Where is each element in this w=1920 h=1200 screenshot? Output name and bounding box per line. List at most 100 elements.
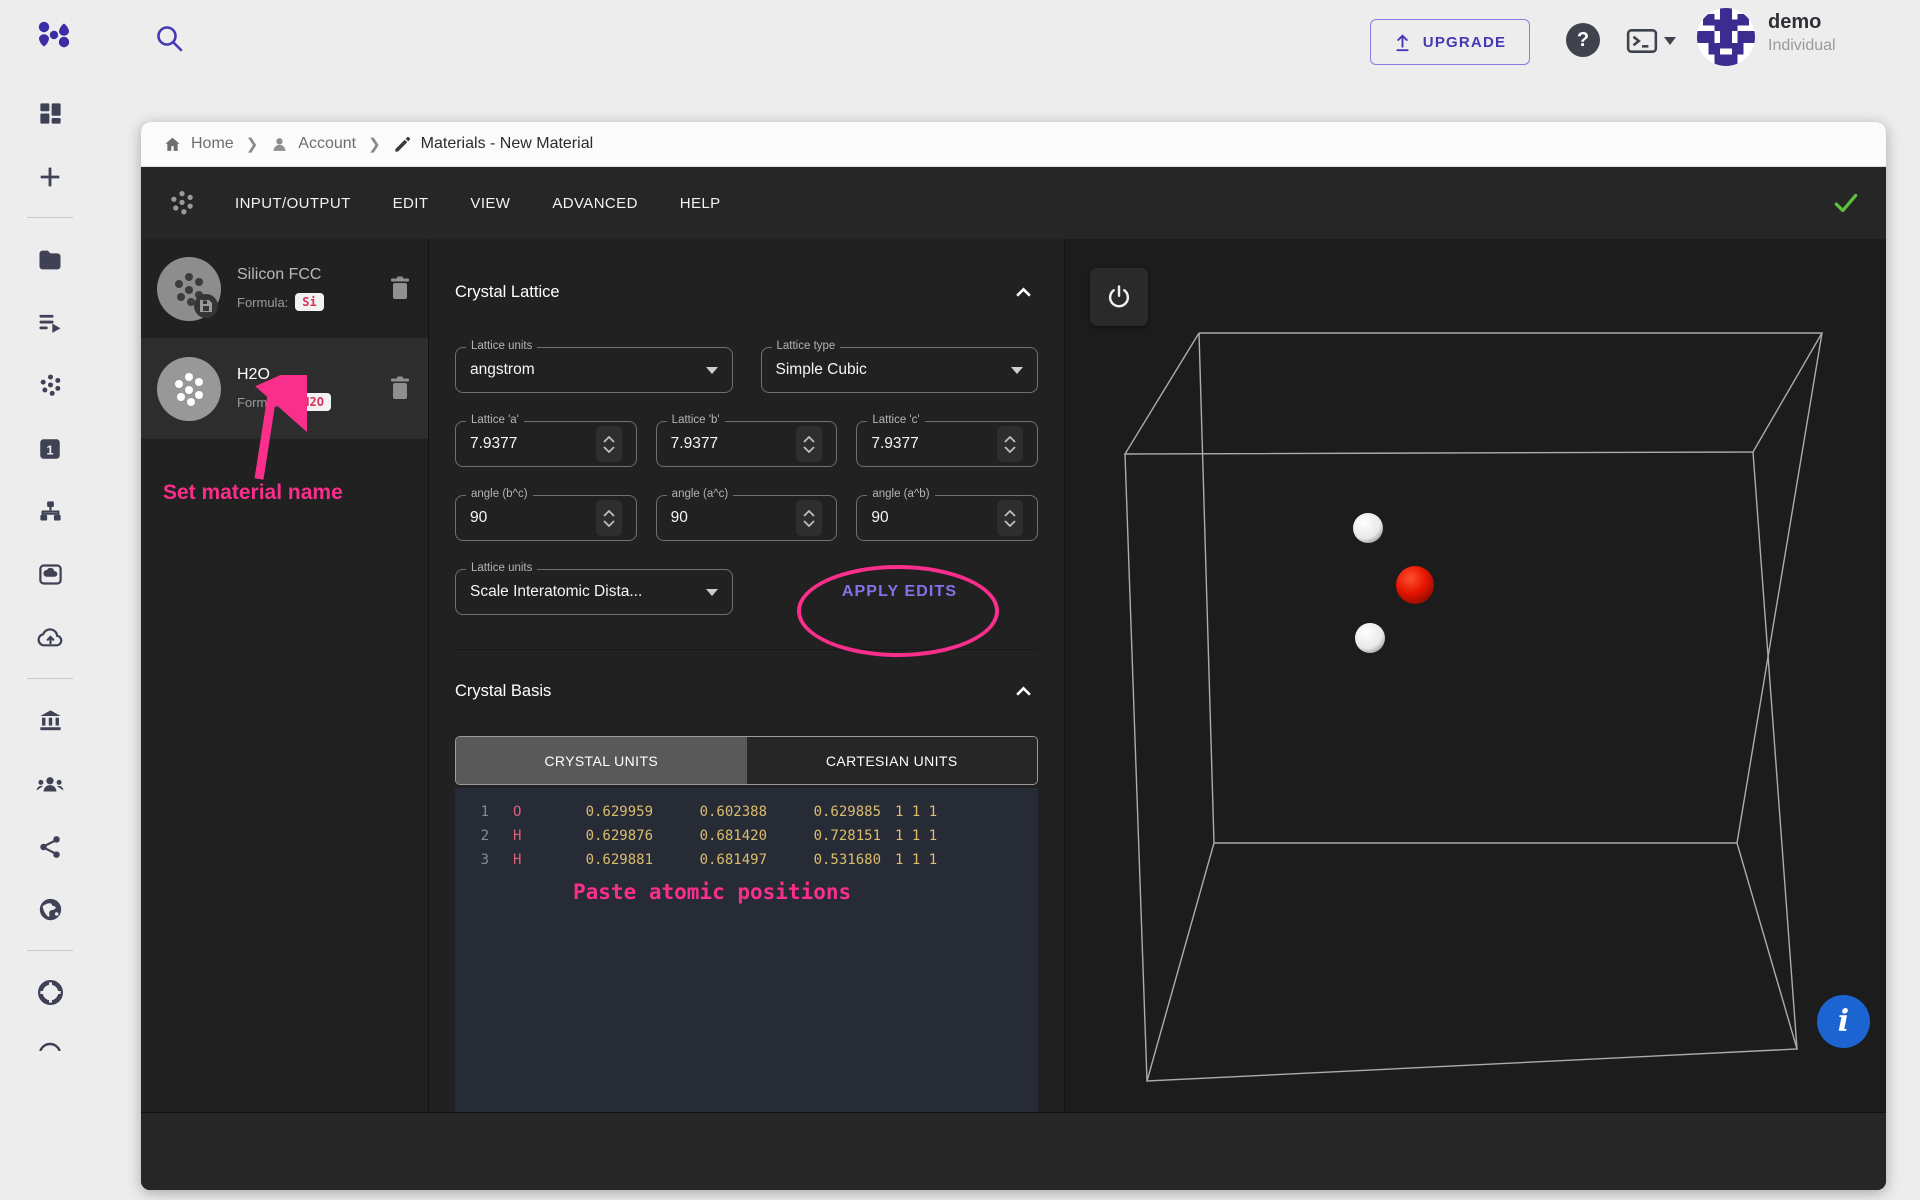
lattice-units-scale-select[interactable]: Lattice units Scale Interatomic Dista...	[455, 569, 733, 615]
pencil-icon	[393, 135, 412, 154]
bank-icon	[37, 707, 64, 734]
stepper-control[interactable]	[796, 500, 822, 536]
collapse-basis-button[interactable]	[1008, 676, 1038, 706]
svg-text:1: 1	[46, 442, 53, 457]
sidebar-item-more[interactable]	[0, 1024, 100, 1064]
basis-row: 3H0.6298810.6814970.5316801 1 1	[455, 848, 1038, 872]
breadcrumb-home[interactable]: Home	[163, 135, 234, 154]
upgrade-label: UPGRADE	[1423, 34, 1506, 51]
stepper-control[interactable]	[596, 500, 622, 536]
user-plan: Individual	[1768, 37, 1836, 55]
material-item-silicon-fcc[interactable]: Silicon FCC Formula: Si	[141, 239, 428, 339]
apply-edits-button[interactable]: APPLY EDITS	[761, 583, 1038, 601]
material-name: H2O	[237, 366, 372, 384]
lattice-c-input[interactable]: Lattice 'c' 7.9377	[856, 421, 1038, 467]
sidebar-item-teams[interactable]	[0, 752, 100, 815]
material-item-h2o[interactable]: H2O Formula: H2O	[141, 339, 428, 439]
material-texts: Silicon FCC Formula: Si	[237, 266, 372, 311]
collapse-lattice-button[interactable]	[1008, 277, 1038, 307]
sidebar-item-jobs[interactable]	[0, 291, 100, 354]
globe-icon	[37, 896, 64, 923]
angle-ab-input[interactable]: angle (a^b) 90	[856, 495, 1038, 541]
sidebar-item-public[interactable]	[0, 878, 100, 941]
share-icon	[37, 834, 63, 860]
user-meta[interactable]: demo Individual	[1768, 11, 1836, 55]
formula-chip: Si	[295, 293, 323, 311]
chevron-up-icon	[1015, 686, 1032, 697]
menu-advanced[interactable]: ADVANCED	[552, 195, 637, 212]
app-logo-icon[interactable]	[34, 18, 74, 58]
chevron-down-icon	[706, 589, 718, 596]
lattice-type-select[interactable]: Lattice type Simple Cubic	[761, 347, 1039, 393]
annotation-paste-positions: Paste atomic positions	[573, 880, 851, 904]
content: Silicon FCC Formula: Si	[141, 239, 1886, 1112]
menu-view[interactable]: VIEW	[470, 195, 510, 212]
cloud-upload-icon	[36, 625, 65, 650]
stepper-control[interactable]	[997, 426, 1023, 462]
chevron-down-icon	[706, 367, 718, 374]
menubar: INPUT/OUTPUT EDIT VIEW ADVANCED HELP	[141, 167, 1886, 239]
molecule-icon	[37, 372, 64, 399]
breadcrumb: Home ❯ Account ❯ Materials - New Materia…	[141, 122, 1886, 167]
chevron-up-icon	[1015, 287, 1032, 298]
menu-help[interactable]: HELP	[680, 195, 721, 212]
sidebar-item-sharing[interactable]	[0, 815, 100, 878]
terminal-menu[interactable]	[1626, 28, 1682, 54]
power-button[interactable]	[1090, 268, 1148, 326]
tab-cartesian-units[interactable]: CARTESIAN UNITS	[747, 737, 1038, 784]
crystal-lattice-section: Crystal Lattice Lattice units angstrom	[455, 239, 1038, 615]
tab-crystal-units[interactable]: CRYSTAL UNITS	[456, 737, 747, 784]
delete-material-button[interactable]	[388, 375, 414, 403]
hydrogen-atom	[1353, 513, 1383, 543]
sidebar-item-images[interactable]	[0, 543, 100, 606]
atomic-positions-editor[interactable]: 1O0.6299590.6023880.6298851 1 1 2H0.6298…	[455, 788, 1038, 1112]
help-icon[interactable]: ?	[1566, 23, 1600, 57]
sidebar-item-workflows[interactable]	[0, 480, 100, 543]
lattice-a-input[interactable]: Lattice 'a' 7.9377	[455, 421, 637, 467]
globe-partial-icon	[37, 1038, 63, 1051]
sidebar: 1	[0, 82, 100, 1064]
sidebar-item-create[interactable]	[0, 145, 100, 208]
stepper-control[interactable]	[997, 500, 1023, 536]
lattice-b-input[interactable]: Lattice 'b' 7.9377	[656, 421, 838, 467]
material-formula: Formula: H2O	[237, 393, 372, 411]
search-icon[interactable]	[152, 22, 188, 58]
dashboard-icon	[37, 100, 64, 127]
sidebar-item-uploads[interactable]	[0, 606, 100, 669]
material-avatar	[157, 257, 221, 321]
crystal-basis-title: Crystal Basis	[455, 682, 551, 701]
avatar[interactable]	[1697, 8, 1755, 66]
materials-list: Silicon FCC Formula: Si	[141, 239, 429, 1112]
menu-input-output[interactable]: INPUT/OUTPUT	[235, 195, 351, 212]
annotation-set-material-name: Set material name	[163, 481, 343, 505]
menu-edit[interactable]: EDIT	[393, 195, 429, 212]
lattice-units-select[interactable]: Lattice units angstrom	[455, 347, 733, 393]
info-button[interactable]: i	[1817, 995, 1870, 1048]
sidebar-item-projects[interactable]	[0, 228, 100, 291]
sidebar-item-support[interactable]	[0, 961, 100, 1024]
sidebar-item-dashboard[interactable]	[0, 82, 100, 145]
angle-ac-input[interactable]: angle (a^c) 90	[656, 495, 838, 541]
3d-viewer[interactable]: i	[1065, 239, 1886, 1112]
angle-bc-input[interactable]: angle (b^c) 90	[455, 495, 637, 541]
oxygen-atom	[1396, 566, 1434, 604]
sidebar-item-bank[interactable]: 1	[0, 417, 100, 480]
saved-check-icon[interactable]	[1832, 189, 1860, 217]
sidebar-divider	[27, 217, 73, 218]
chevron-down-icon	[1011, 367, 1023, 374]
material-name: Silicon FCC	[237, 266, 372, 284]
image-cloud-icon	[37, 561, 64, 588]
sidebar-item-materials[interactable]	[0, 354, 100, 417]
sidebar-item-organization[interactable]	[0, 689, 100, 752]
materials-designer-window: Home ❯ Account ❯ Materials - New Materia…	[141, 122, 1886, 1190]
upgrade-button[interactable]: UPGRADE	[1370, 19, 1530, 65]
material-texts: H2O Formula: H2O	[237, 366, 372, 411]
breadcrumb-account[interactable]: Account	[270, 135, 356, 154]
chevron-down-icon	[1664, 37, 1676, 45]
chevron-right-icon: ❯	[368, 135, 381, 153]
stepper-control[interactable]	[596, 426, 622, 462]
stepper-control[interactable]	[796, 426, 822, 462]
material-avatar	[157, 357, 221, 421]
delete-material-button[interactable]	[388, 275, 414, 303]
terminal-icon	[1626, 28, 1658, 54]
